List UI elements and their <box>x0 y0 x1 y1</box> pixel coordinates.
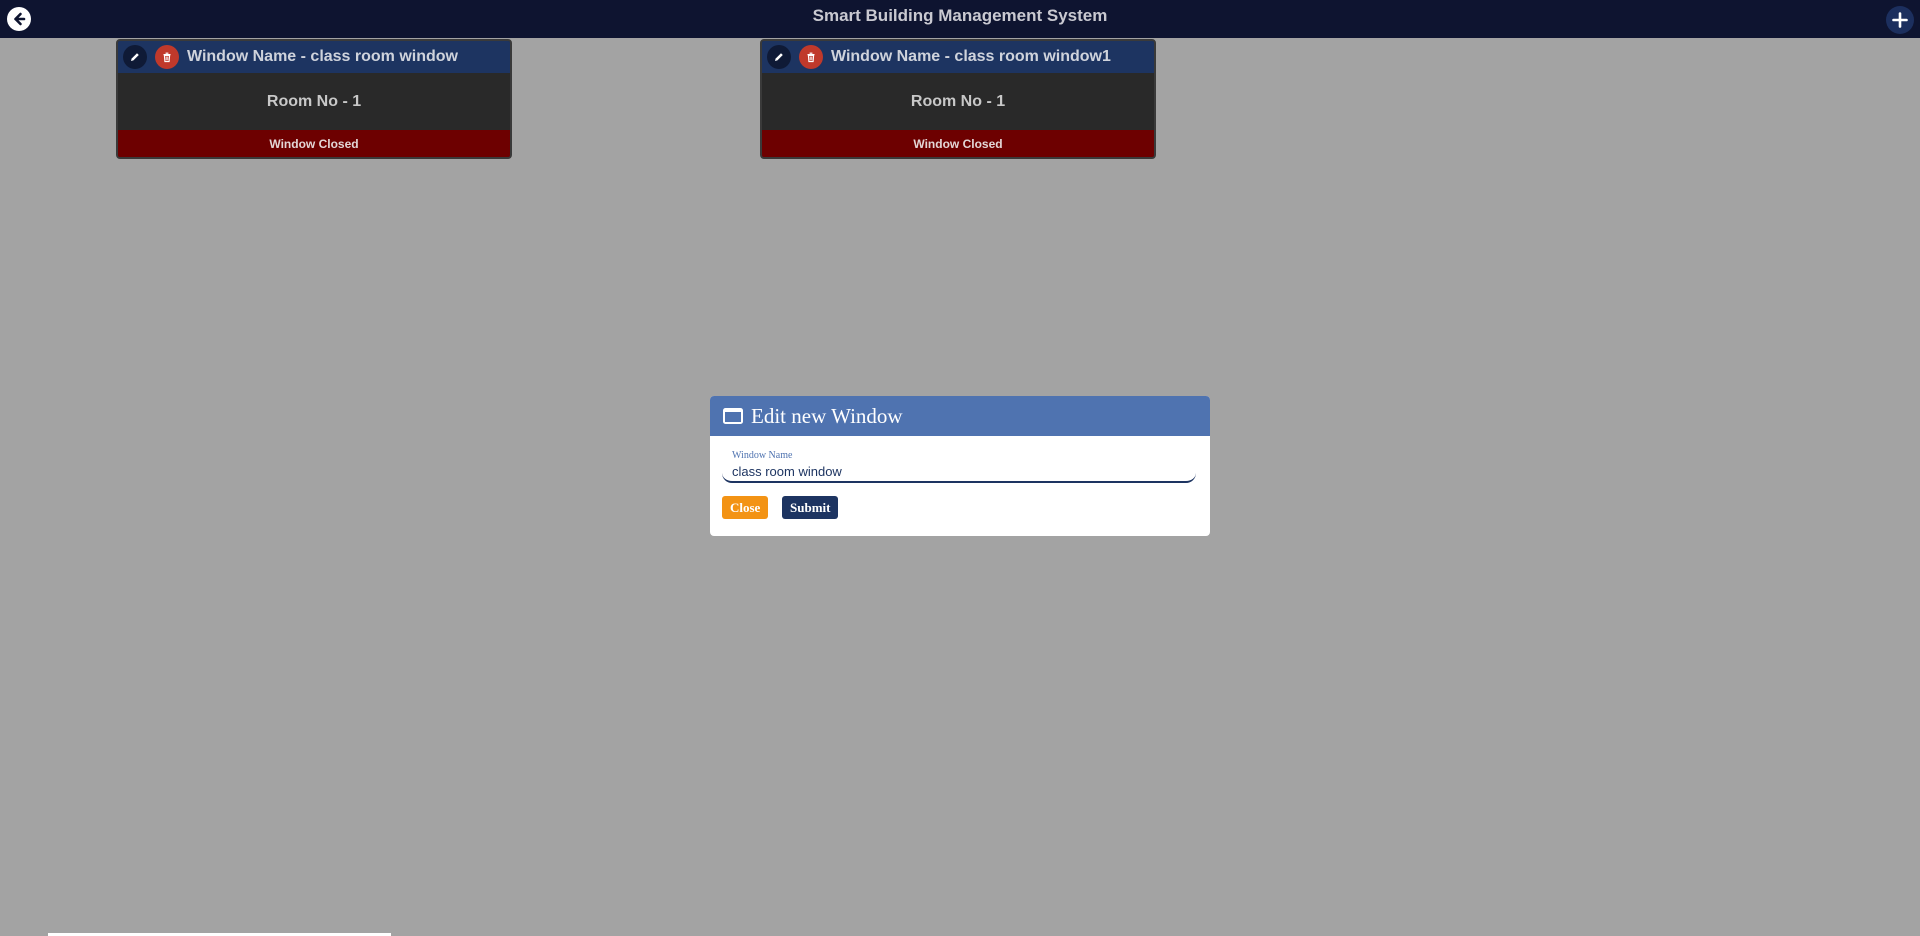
window-card: Window Name - class room window1 Room No… <box>760 39 1156 159</box>
window-card-header: Window Name - class room window <box>118 41 510 73</box>
delete-button[interactable] <box>799 45 823 69</box>
window-card-header: Window Name - class room window1 <box>762 41 1154 73</box>
dialog-title: Edit new Window <box>751 403 903 428</box>
status-badge: Window Closed <box>118 130 510 157</box>
delete-button[interactable] <box>155 45 179 69</box>
edit-button[interactable] <box>123 45 147 69</box>
close-button[interactable]: Close <box>722 496 769 519</box>
room-number: Room No - 1 <box>266 92 362 110</box>
status-badge: Window Closed <box>762 130 1154 157</box>
submit-button[interactable]: Submit <box>782 496 839 519</box>
room-number: Room No - 1 <box>910 92 1006 110</box>
trash-icon <box>163 52 171 63</box>
trash-icon <box>807 52 815 63</box>
plus-icon <box>1892 12 1908 28</box>
edit-button[interactable] <box>767 45 791 69</box>
dialog-header: Edit new Window <box>710 396 1210 436</box>
pencil-icon <box>131 53 139 61</box>
page-title: Smart Building Management System <box>812 6 1108 25</box>
window-name-label: Window Name <box>732 450 793 461</box>
window-name-input[interactable] <box>722 461 1196 483</box>
top-bar: Smart Building Management System <box>0 0 1920 38</box>
window-name: Window Name - class room window <box>187 48 458 65</box>
edit-window-dialog: Edit new Window Window Name Close Submit <box>710 396 1210 536</box>
window-name: Window Name - class room window1 <box>831 48 1111 65</box>
window-card: Window Name - class room window Room No … <box>116 39 512 159</box>
window-icon <box>722 407 744 425</box>
pencil-icon <box>775 53 783 61</box>
add-window-button[interactable] <box>1886 6 1914 34</box>
